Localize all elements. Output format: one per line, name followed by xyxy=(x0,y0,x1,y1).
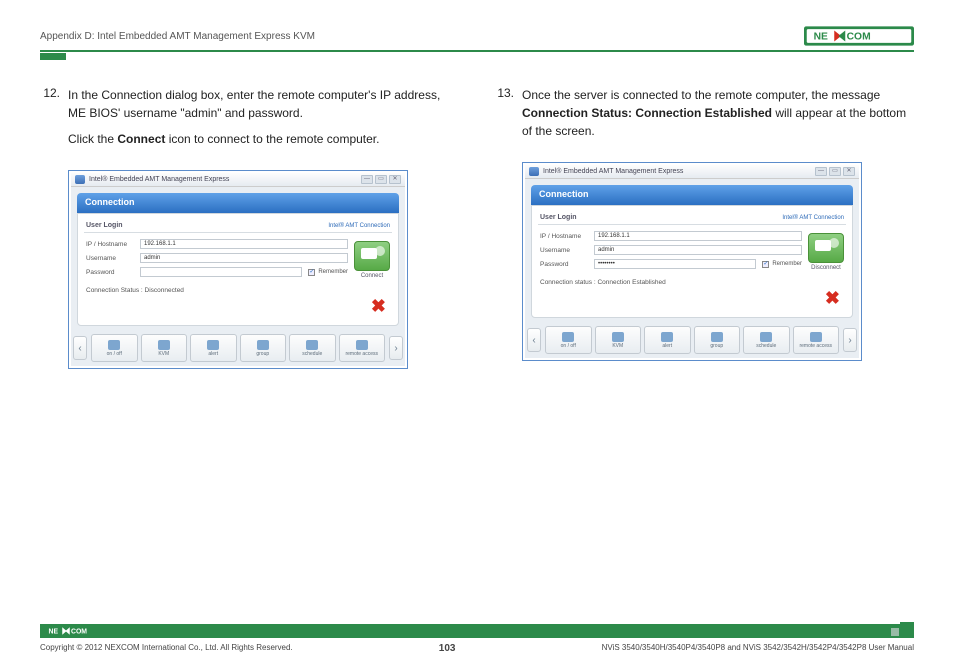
window-title: Intel® Embedded AMT Management Express xyxy=(543,168,683,175)
tab-onoff[interactable]: on / off xyxy=(545,326,592,354)
footer-bar: NE COM xyxy=(40,624,914,638)
remember-checkbox[interactable]: Remember xyxy=(308,269,348,276)
copyright-text: Copyright © 2012 NEXCOM International Co… xyxy=(40,643,293,654)
minimize-button[interactable]: — xyxy=(815,167,827,176)
nexcom-logo: NE COM xyxy=(804,26,914,46)
nav-prev-button[interactable]: ‹ xyxy=(527,328,541,352)
close-button[interactable]: ✕ xyxy=(843,167,855,176)
password-label: Password xyxy=(540,261,588,268)
tab-group[interactable]: group xyxy=(240,334,287,362)
maximize-button[interactable]: ▭ xyxy=(375,175,387,184)
nav-next-button[interactable]: › xyxy=(389,336,403,360)
user-login-label: User Login xyxy=(86,222,123,229)
tab-group[interactable]: group xyxy=(694,326,741,354)
svg-text:NE: NE xyxy=(814,31,828,42)
tab-kvm[interactable]: KVM xyxy=(141,334,188,362)
manual-title: NViS 3540/3540H/3540P4/3540P8 and NViS 3… xyxy=(602,643,914,654)
svg-text:COM: COM xyxy=(847,31,871,42)
connect-icon[interactable] xyxy=(354,241,390,271)
username-label: Username xyxy=(540,247,588,254)
amt-connection-link[interactable]: Intel® AMT Connection xyxy=(782,215,844,221)
password-input[interactable]: •••••••• xyxy=(594,259,756,269)
username-input[interactable]: admin xyxy=(140,253,348,263)
username-input[interactable]: admin xyxy=(594,245,802,255)
disconnect-label: Disconnect xyxy=(811,265,841,271)
step-text: Click the Connect icon to connect to the… xyxy=(68,130,460,148)
ip-label: IP / Hostname xyxy=(86,241,134,248)
ip-input[interactable]: 192.168.1.1 xyxy=(594,231,802,241)
step-text: In the Connection dialog box, enter the … xyxy=(68,86,460,122)
svg-text:COM: COM xyxy=(71,629,87,636)
tab-schedule[interactable]: schedule xyxy=(289,334,336,362)
tab-alert[interactable]: alert xyxy=(644,326,691,354)
screenshot-disconnected: Intel® Embedded AMT Management Express —… xyxy=(68,170,408,369)
page-header: Appendix D: Intel Embedded AMT Managemen… xyxy=(40,26,914,52)
ip-input[interactable]: 192.168.1.1 xyxy=(140,239,348,249)
page-footer: NE COM Copyright © 2012 NEXCOM Internatio… xyxy=(40,624,914,654)
header-accent xyxy=(40,53,66,60)
tab-kvm[interactable]: KVM xyxy=(595,326,642,354)
page-number: 103 xyxy=(439,643,456,654)
window-title: Intel® Embedded AMT Management Express xyxy=(89,176,229,183)
close-button[interactable]: ✕ xyxy=(389,175,401,184)
username-label: Username xyxy=(86,255,134,262)
connection-status: Connection Status : Disconnected xyxy=(84,281,392,296)
step-body: In the Connection dialog box, enter the … xyxy=(68,86,460,156)
amt-connection-link[interactable]: Intel® AMT Connection xyxy=(328,223,390,229)
footer-decoration xyxy=(890,622,914,636)
connection-status: Connection status : Connection Establish… xyxy=(538,273,846,288)
remember-checkbox[interactable]: Remember xyxy=(762,261,802,268)
window-titlebar: Intel® Embedded AMT Management Express —… xyxy=(71,173,405,187)
minimize-button[interactable]: — xyxy=(361,175,373,184)
section-header: Connection xyxy=(77,193,399,213)
tab-schedule[interactable]: schedule xyxy=(743,326,790,354)
app-icon xyxy=(529,167,539,176)
column-left: 12. In the Connection dialog box, enter … xyxy=(40,86,460,369)
close-icon[interactable]: ✖ xyxy=(84,296,392,319)
tab-alert[interactable]: alert xyxy=(190,334,237,362)
disconnect-icon[interactable] xyxy=(808,233,844,263)
nav-next-button[interactable]: › xyxy=(843,328,857,352)
screenshot-connected: Intel® Embedded AMT Management Express —… xyxy=(522,162,862,361)
password-label: Password xyxy=(86,269,134,276)
tab-remoteaccess[interactable]: remote access xyxy=(793,326,840,354)
header-title: Appendix D: Intel Embedded AMT Managemen… xyxy=(40,31,315,42)
step-number: 12. xyxy=(40,86,60,156)
maximize-button[interactable]: ▭ xyxy=(829,167,841,176)
section-header: Connection xyxy=(531,185,853,205)
ip-label: IP / Hostname xyxy=(540,233,588,240)
tab-onoff[interactable]: on / off xyxy=(91,334,138,362)
step-body: Once the server is connected to the remo… xyxy=(522,86,914,148)
close-icon[interactable]: ✖ xyxy=(538,288,846,311)
svg-text:NE: NE xyxy=(49,629,59,636)
nav-prev-button[interactable]: ‹ xyxy=(73,336,87,360)
password-input[interactable] xyxy=(140,267,302,277)
step-text: Once the server is connected to the remo… xyxy=(522,86,914,140)
app-icon xyxy=(75,175,85,184)
user-login-label: User Login xyxy=(540,214,577,221)
column-right: 13. Once the server is connected to the … xyxy=(494,86,914,369)
step-number: 13. xyxy=(494,86,514,148)
connect-label: Connect xyxy=(361,273,383,279)
tab-remoteaccess[interactable]: remote access xyxy=(339,334,386,362)
window-titlebar: Intel® Embedded AMT Management Express —… xyxy=(525,165,859,179)
